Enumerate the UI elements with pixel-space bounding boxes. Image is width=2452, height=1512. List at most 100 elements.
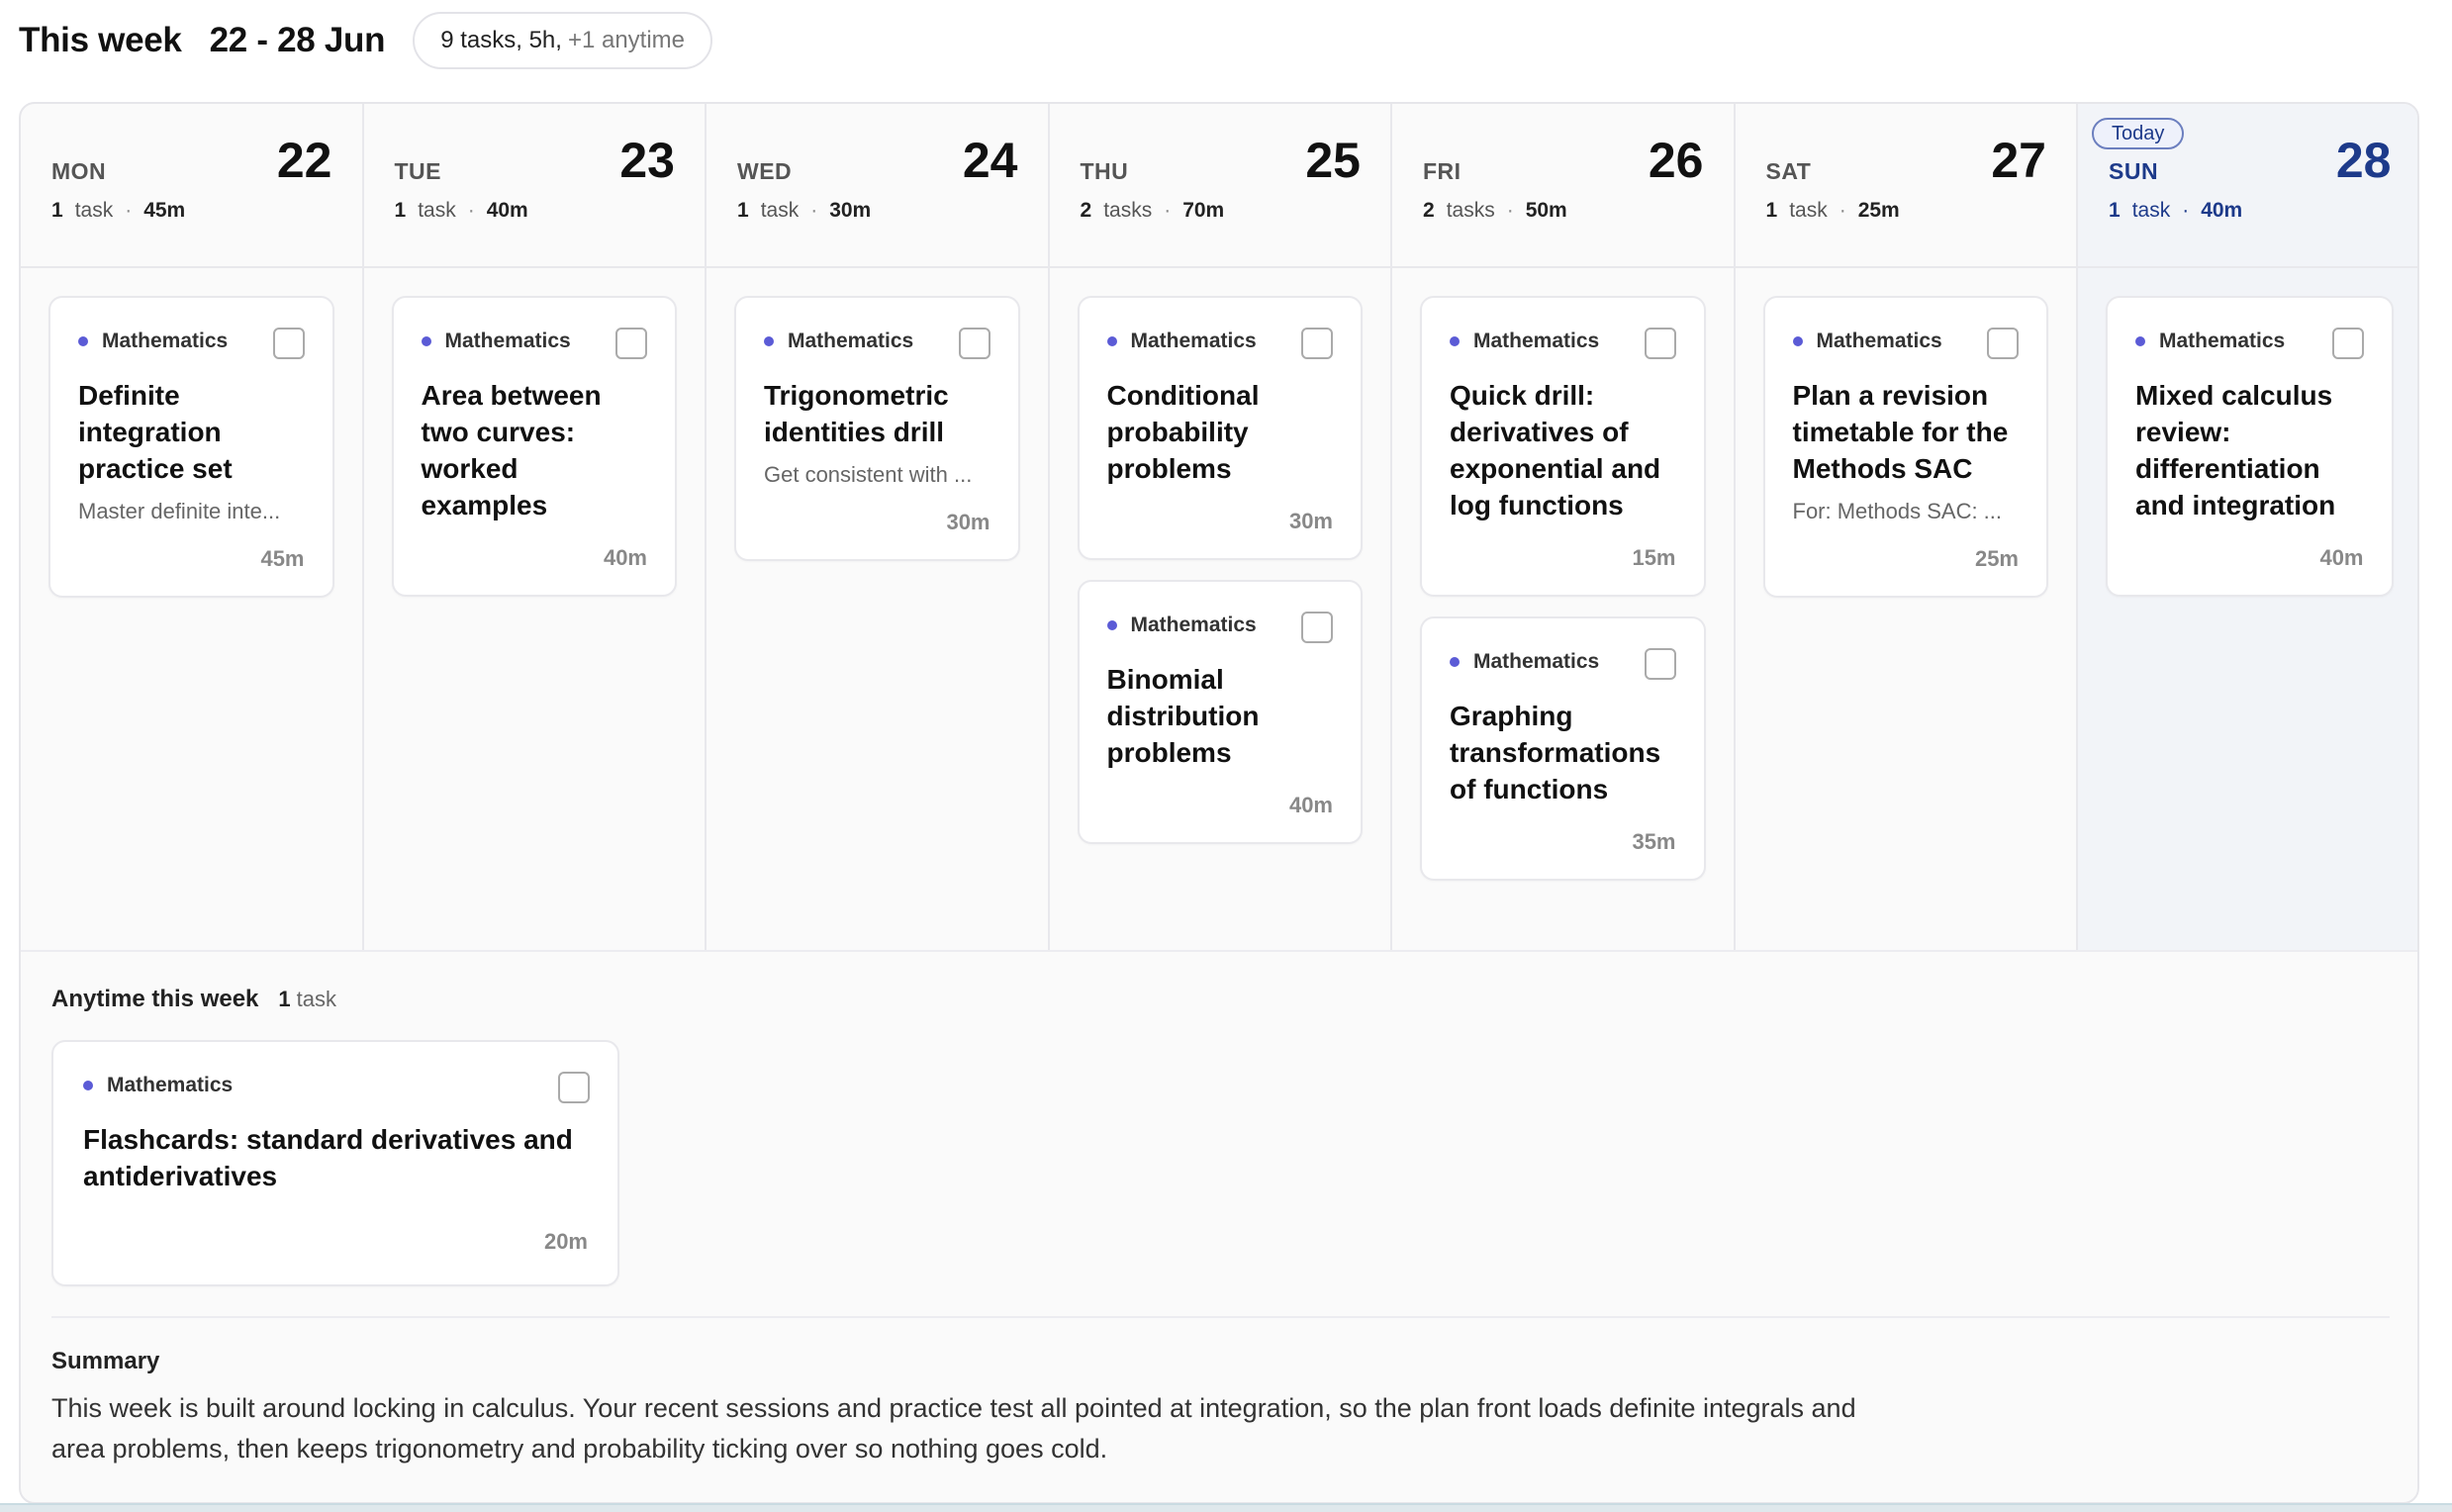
day-task-count: 1 [737,199,749,222]
day-tasks: Mathematics Area between two curves: work… [364,268,706,597]
divider [51,1316,2390,1318]
task-duration: 15m [1632,545,1676,570]
separator-dot: · [2182,199,2190,222]
day-number: 25 [1305,133,1361,188]
separator-dot: · [1506,199,1514,222]
day-task-count: 2 [1423,199,1435,222]
day-duration: 45m [143,199,186,222]
task-checkbox[interactable] [1301,328,1333,359]
subject-label: Mathematics [102,330,229,352]
day-tasks: Mathematics Plan a revision timetable for… [1736,268,2077,598]
day-of-week: SAT [1765,158,1812,184]
task-card[interactable]: Mathematics Binomial distribution problem… [1077,580,1363,844]
task-card-anytime[interactable]: Mathematics Flashcards: standard derivat… [51,1040,619,1286]
day-column-sat: SAT 27 1 task · 25m Mathematics Plan a revision… [1735,104,2078,950]
day-summary: 1 task · 40m [395,199,528,223]
day-number: 24 [962,133,1018,188]
task-checkbox[interactable] [1644,648,1676,680]
day-duration: 40m [2201,199,2243,222]
task-checkbox[interactable] [2331,328,2364,359]
task-title: Mixed calculus review: differentiation a… [2135,380,2336,520]
separator-dot: · [1164,199,1172,222]
task-card[interactable]: Mathematics Graphing transformations of f… [1420,616,1706,881]
day-of-week: THU [1080,158,1129,184]
subject-label: Mathematics [788,330,914,352]
task-card[interactable]: Mathematics Area between two curves: work… [391,296,677,597]
task-title: Graphing transformations of functions [1450,701,1661,804]
task-card[interactable]: Mathematics Definite integration practice… [48,296,334,598]
anytime-stats: +1 anytime [567,27,686,53]
day-task-count: 1 [1765,199,1778,222]
task-card[interactable]: Mathematics Mixed calculus review: differ… [2106,296,2394,597]
task-checkbox[interactable] [558,1072,590,1103]
task-checkbox[interactable] [958,328,990,359]
day-column-thu: THU 25 2 tasks · 70m Mathematics Conditional pr… [1049,104,1392,950]
page-title: This week [19,21,182,59]
day-task-unit: task [2131,199,2171,222]
task-description: For: Methods SAC: ... [1792,499,2003,523]
task-duration: 40m [603,545,647,570]
day-column-tue: TUE 23 1 task · 40m Mathematics Area between tw… [363,104,707,950]
anytime-section: Anytime this week 1 task Mathematics Fla… [21,950,2417,1502]
subject-tag: Mathematics [1106,328,1334,355]
subject-tag: Mathematics [1792,328,2020,355]
day-header: THU 25 2 tasks · 70m [1049,104,1390,268]
task-duration: 30m [946,510,990,534]
subject-dot-icon [1106,336,1117,346]
task-checkbox[interactable] [615,328,647,359]
task-checkbox[interactable] [1301,612,1333,643]
task-card[interactable]: Mathematics Plan a revision timetable for… [1762,296,2048,598]
day-task-unit: task [760,199,800,222]
day-task-unit: task [418,199,456,222]
task-duration: 40m [2319,545,2364,570]
task-title: Definite integration practice set [78,380,233,484]
day-duration: 25m [1857,199,1900,222]
day-header: Today SUN 28 1 task · 40m [2078,104,2417,268]
task-checkbox[interactable] [272,328,305,359]
day-header: FRI 26 2 tasks · 50m [1392,104,1734,268]
bottom-scrollbar [0,1503,2452,1512]
day-tasks: Mathematics Trigonometric identities dril… [707,268,1048,561]
day-task-count: 1 [2109,199,2121,222]
day-task-unit: tasks [1103,199,1153,222]
day-of-week: TUE [394,158,441,184]
day-summary: 1 task · 30m [737,199,871,223]
subject-label: Mathematics [2159,330,2286,352]
week-stats-pill[interactable]: 9 tasks, 5h, +1 anytime [413,12,713,69]
subject-label: Mathematics [1130,330,1257,352]
day-header: SAT 27 1 task · 25m [1735,104,2076,268]
subject-dot-icon [421,336,431,346]
subject-label: Mathematics [1473,650,1600,673]
task-title: Conditional probability problems [1106,380,1260,484]
subject-tag: Mathematics [78,328,305,355]
subject-dot-icon [1106,620,1117,630]
subject-tag: Mathematics [421,328,648,355]
separator-dot: · [125,199,133,222]
subject-label: Mathematics [1130,614,1257,636]
task-card[interactable]: Mathematics Quick drill: derivatives of e… [1420,296,1706,597]
subject-dot-icon [1792,336,1803,346]
week-board: MON 22 1 task · 45m Mathematics Definite integr… [19,102,2419,1504]
task-duration: 25m [1974,546,2019,571]
task-description: Master definite inte... [78,499,281,523]
task-title: Trigonometric identities drill [764,380,949,447]
task-checkbox[interactable] [1987,328,2019,359]
subject-dot-icon [83,1081,93,1090]
task-card[interactable]: Mathematics Trigonometric identities dril… [734,296,1020,561]
day-column-wed: WED 24 1 task · 30m Mathematics Trigonometric i… [707,104,1050,950]
anytime-count-unit: task [296,987,337,1011]
day-task-unit: task [1789,199,1828,222]
task-title: Quick drill: derivatives of exponential … [1450,380,1661,520]
day-header: TUE 23 1 task · 40m [363,104,705,268]
subject-dot-icon [2135,336,2145,346]
anytime-count: 1 [278,987,291,1011]
task-checkbox[interactable] [1644,328,1676,359]
day-number: 26 [1648,133,1704,188]
task-card[interactable]: Mathematics Conditional probability probl… [1077,296,1363,560]
day-task-count: 2 [1080,199,1092,222]
day-tasks: Mathematics Definite integration practice… [21,268,362,598]
anytime-header: Anytime this week 1 task [51,986,336,1013]
subject-tag: Mathematics [1450,328,1676,355]
day-duration: 70m [1182,199,1225,222]
day-tasks: Mathematics Quick drill: derivatives of e… [1392,268,1734,881]
